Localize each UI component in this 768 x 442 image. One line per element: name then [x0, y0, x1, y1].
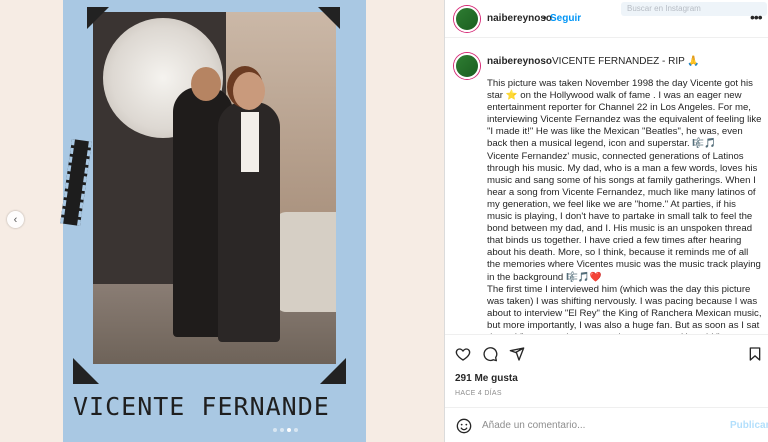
carousel-dot-active — [287, 428, 291, 432]
carousel-dot — [273, 428, 277, 432]
comment-icon[interactable] — [482, 346, 498, 362]
photo-corner — [87, 7, 109, 29]
heart-icon[interactable] — [455, 346, 471, 362]
photo-corner — [320, 358, 346, 384]
photo-corner — [318, 7, 340, 29]
avatar[interactable] — [454, 6, 480, 32]
separator-dot: • — [543, 13, 547, 24]
caption-paragraph: This picture was taken November 1998 the… — [487, 78, 762, 150]
bookmark-icon[interactable] — [747, 346, 763, 362]
post-title: VICENTE FERNANDEZ - RIP 🙏 — [552, 56, 700, 67]
post-actions: 291 Me gusta HACE 4 DÍAS Añade un coment… — [445, 334, 768, 442]
caption-paragraph: Vicente Fernandez' music, connected gene… — [487, 150, 761, 283]
post-side-panel: Buscar en Instagram naibereynoso • Segui… — [444, 0, 768, 442]
photo-corner — [73, 358, 99, 384]
post-caption-area: naibereynoso VICENTE FERNANDEZ - RIP 🙏 T… — [445, 39, 768, 334]
comment-bar: Añade un comentario... Publicar — [445, 407, 768, 442]
comment-input[interactable]: Añade un comentario... — [482, 420, 682, 431]
post-timestamp[interactable]: HACE 4 DÍAS — [455, 390, 502, 397]
caption-username-link[interactable]: naibereynoso — [487, 56, 552, 67]
carousel-dot — [280, 428, 284, 432]
avatar[interactable] — [454, 53, 480, 79]
media-area: ‹ VICENTE FERNANDE — [0, 0, 444, 442]
smiley-icon[interactable] — [456, 418, 472, 434]
follow-button[interactable]: Seguir — [550, 13, 581, 24]
instagram-post-page: ‹ VICENTE FERNANDE Buscar en Instagram n… — [0, 0, 768, 442]
film-strip-sticker — [60, 139, 92, 226]
carousel-dots — [273, 428, 298, 432]
photo — [93, 12, 336, 364]
post-image[interactable]: VICENTE FERNANDE — [60, 0, 366, 442]
post-header: Buscar en Instagram naibereynoso • Segui… — [445, 0, 768, 38]
carousel-dot — [294, 428, 298, 432]
carousel-prev-button[interactable]: ‹ — [7, 211, 24, 228]
search-input[interactable]: Buscar en Instagram — [621, 2, 767, 16]
publish-button[interactable]: Publicar — [730, 420, 768, 431]
handwritten-caption: VICENTE FERNANDE — [73, 392, 330, 421]
caption-paragraph: The first time I interviewed him (which … — [487, 283, 762, 334]
chevron-left-icon: ‹ — [13, 213, 18, 226]
post-caption-text: This picture was taken November 1998 the… — [487, 78, 763, 334]
likes-count[interactable]: 291 Me gusta — [455, 373, 518, 384]
more-options-icon[interactable]: ••• — [750, 9, 763, 25]
send-icon[interactable] — [509, 346, 525, 362]
